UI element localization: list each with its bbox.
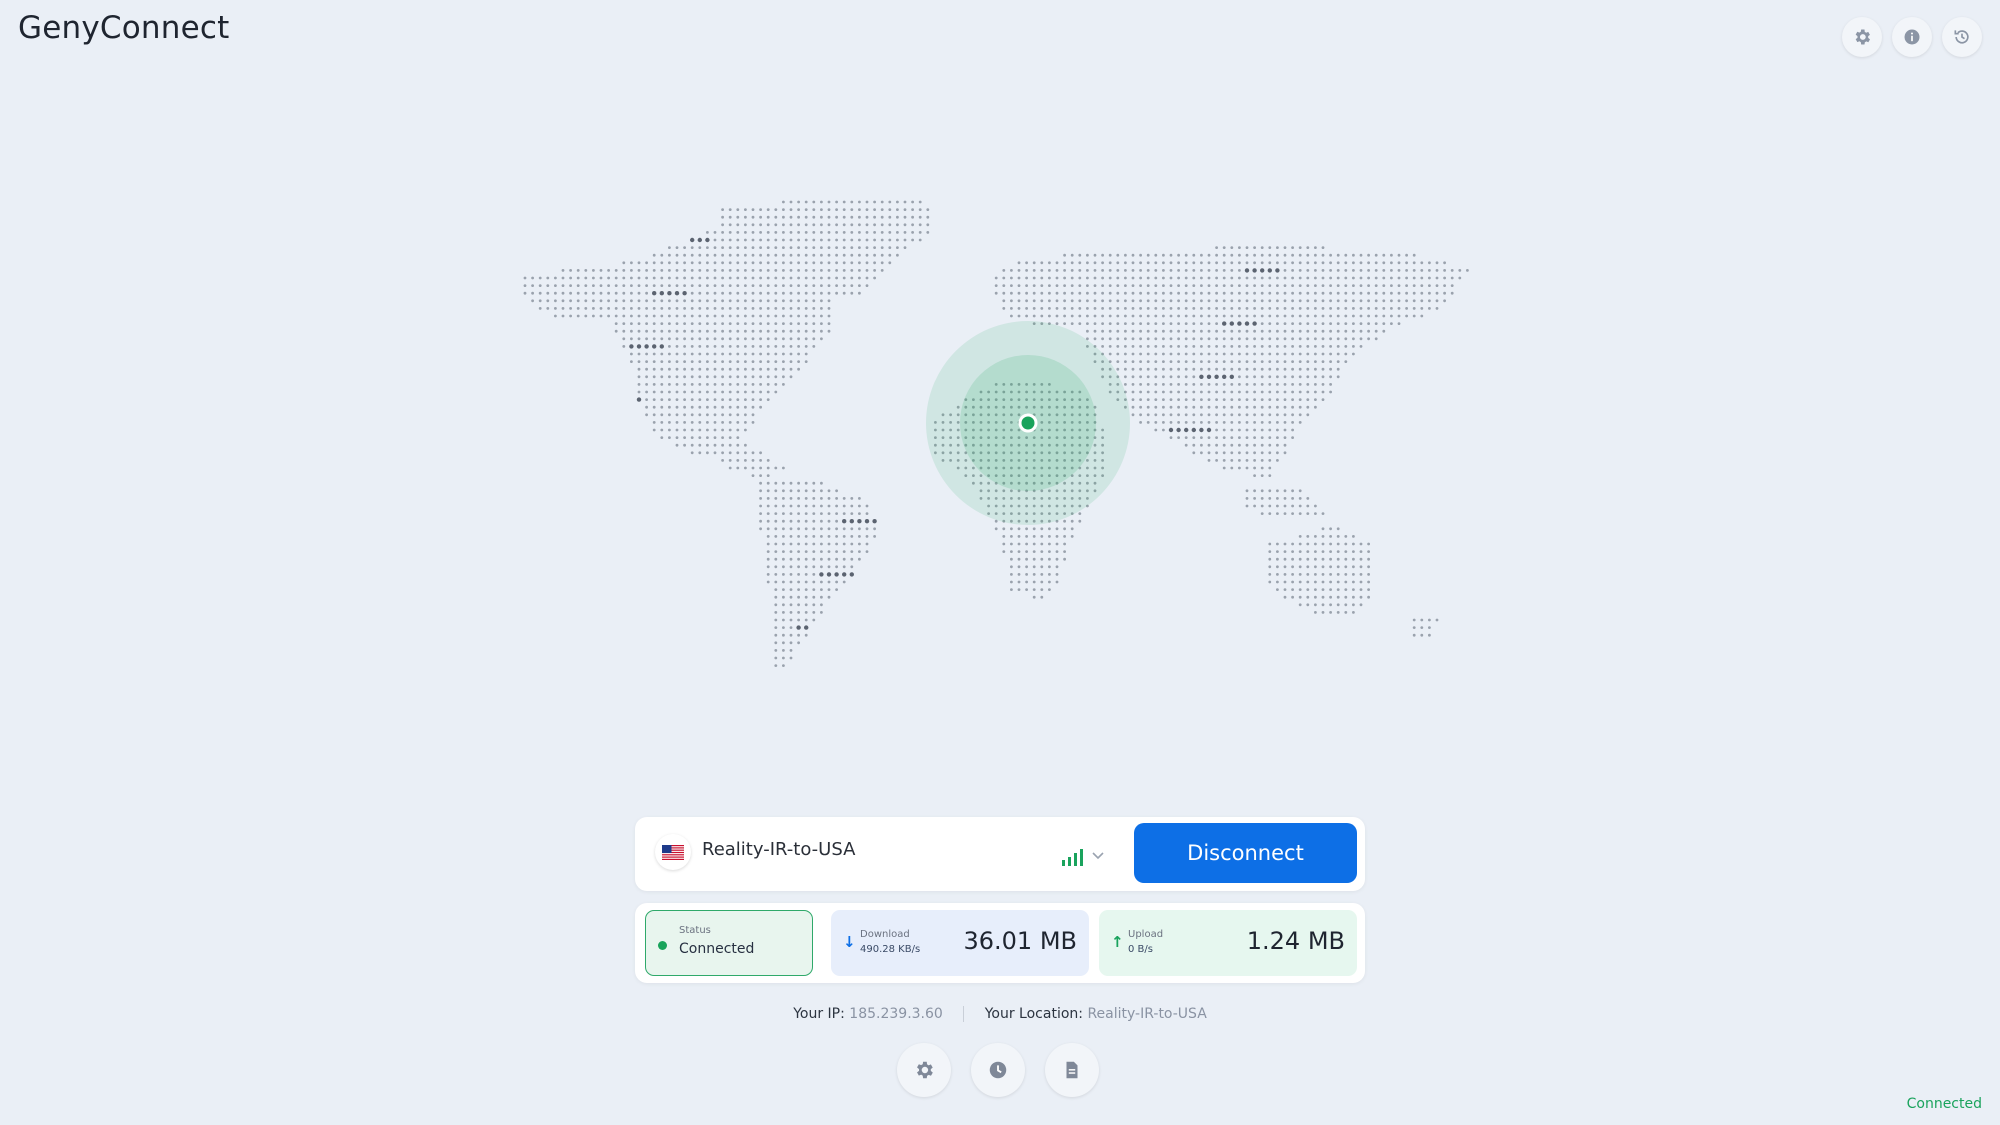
footer-connection-status: Connected [1906, 1096, 1982, 1112]
status-dot [658, 941, 667, 950]
upload-caption: Upload [1128, 929, 1164, 940]
gear-icon [917, 1061, 933, 1079]
download-caption: Download [860, 929, 910, 940]
connection-info: Your IP: 185.239.3.60 Your Location: Rea… [0, 1006, 2000, 1022]
status-value: Connected [679, 941, 755, 957]
logs-shortcut-button[interactable] [1045, 1043, 1099, 1097]
disconnect-button[interactable]: Disconnect [1134, 823, 1357, 883]
download-card: ↓ Download 490.28 KB/s 36.01 MB [831, 910, 1089, 976]
status-card: Status Connected [645, 910, 813, 976]
download-arrow-icon: ↓ [843, 933, 856, 951]
upload-rate: 0 B/s [1128, 944, 1153, 955]
us-flag-icon [655, 834, 691, 870]
upload-total: 1.24 MB [1246, 927, 1345, 955]
clock-icon [989, 1061, 1007, 1079]
info-divider [963, 1006, 965, 1022]
status-caption: Status [679, 925, 711, 936]
history-shortcut-button[interactable] [971, 1043, 1025, 1097]
location-marker [1018, 413, 1038, 433]
signal-strength-icon [1062, 849, 1083, 866]
bottom-actions [897, 1043, 1099, 1097]
stats-panel: Status Connected ↓ Download 490.28 KB/s … [635, 903, 1365, 983]
document-icon [1066, 1061, 1078, 1079]
download-total: 36.01 MB [963, 927, 1077, 955]
server-name: Reality-IR-to-USA [702, 839, 856, 860]
chevron-down-icon[interactable] [1092, 850, 1104, 860]
upload-card: ↑ Upload 0 B/s 1.24 MB [1099, 910, 1357, 976]
location-label: Your Location: [984, 1006, 1083, 1022]
settings-shortcut-button[interactable] [897, 1043, 951, 1097]
upload-arrow-icon: ↑ [1111, 933, 1124, 951]
ip-value: 185.239.3.60 [849, 1006, 943, 1022]
server-selector[interactable]: Reality-IR-to-USA Disconnect [635, 817, 1365, 891]
location-value: Reality-IR-to-USA [1087, 1006, 1207, 1022]
download-rate: 490.28 KB/s [860, 944, 921, 955]
ip-label: Your IP: [793, 1006, 845, 1022]
